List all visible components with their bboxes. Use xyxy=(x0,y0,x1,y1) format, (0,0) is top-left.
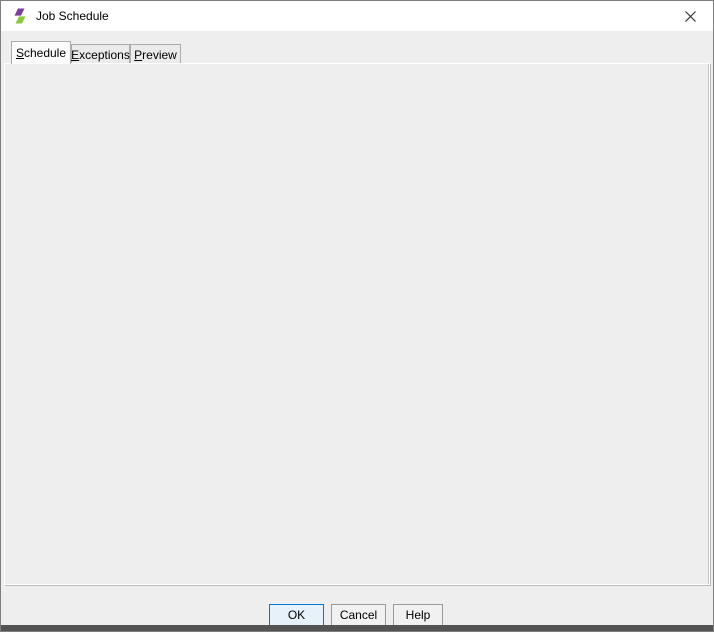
window-bottom-edge xyxy=(1,625,713,631)
help-button[interactable]: Help xyxy=(393,604,443,626)
tab-schedule[interactable]: Schedule xyxy=(11,41,71,64)
tab-exceptions-label: E xyxy=(71,48,79,62)
tab-preview-label: P xyxy=(134,48,142,62)
ok-button[interactable]: OK xyxy=(269,604,324,626)
close-icon xyxy=(685,11,696,22)
cancel-button[interactable]: Cancel xyxy=(331,604,386,626)
schedule-tab-panel xyxy=(4,63,710,585)
title-bar: Job Schedule xyxy=(1,1,713,31)
tab-preview[interactable]: Preview xyxy=(130,44,181,64)
close-button[interactable] xyxy=(667,1,713,31)
tab-exceptions[interactable]: Exceptions xyxy=(71,44,130,64)
job-schedule-dialog: Job Schedule Schedule Exceptions Preview… xyxy=(0,0,714,632)
app-logo-icon xyxy=(12,8,28,24)
window-title: Job Schedule xyxy=(36,9,109,23)
tab-schedule-label: S xyxy=(16,46,24,60)
